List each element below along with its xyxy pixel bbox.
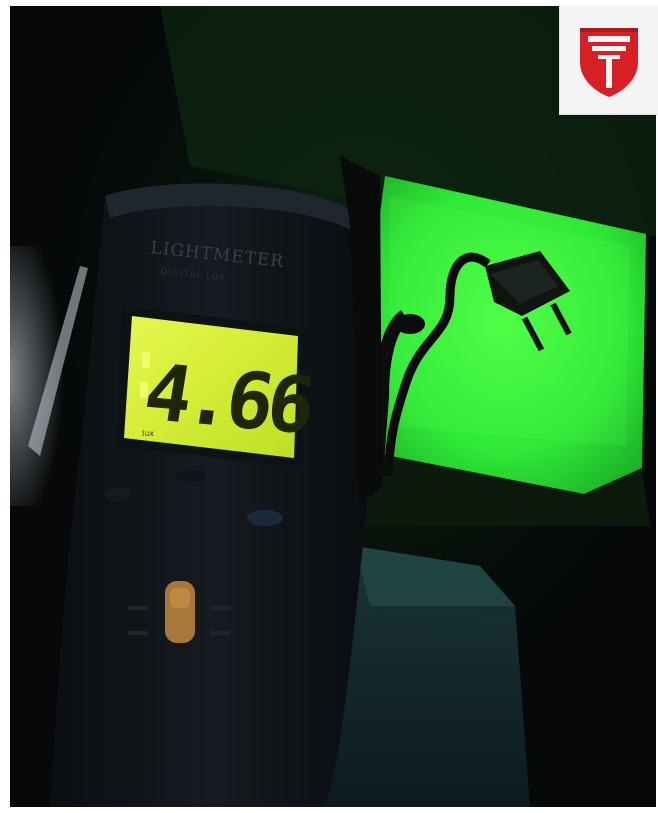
- photo-scene: LIGHTMETER DIGITAL LUX 4.66 lux: [10, 6, 656, 807]
- photograph: LIGHTMETER DIGITAL LUX 4.66 lux: [10, 6, 656, 807]
- shield-logo-icon: [580, 28, 638, 97]
- lcd-reading: 4.66: [138, 348, 317, 451]
- meter-button-left: [104, 487, 132, 501]
- image-frame: LIGHTMETER DIGITAL LUX 4.66 lux: [0, 0, 658, 813]
- institution-logo: [559, 6, 658, 115]
- meter-button-right: [247, 510, 283, 526]
- lcd-unit-indicator: lux: [142, 429, 154, 438]
- lux-meter: LIGHTMETER DIGITAL LUX 4.66 lux: [50, 183, 370, 807]
